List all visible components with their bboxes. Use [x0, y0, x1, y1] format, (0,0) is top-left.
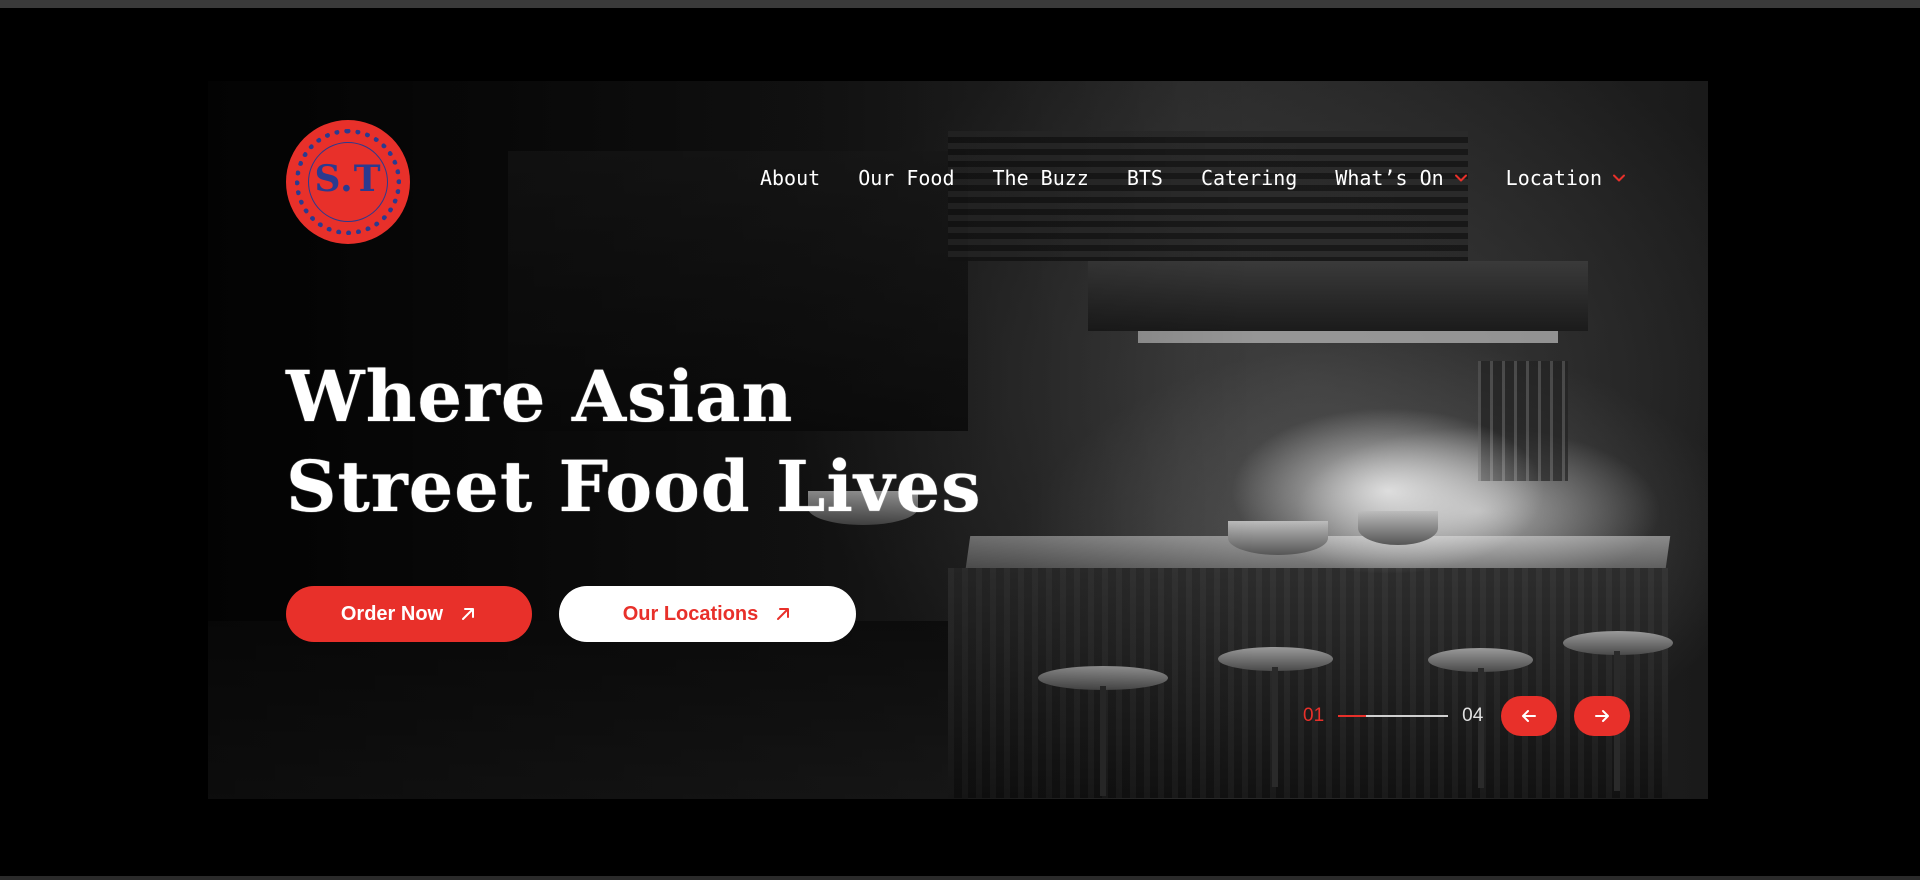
nav-item-about[interactable]: About — [760, 166, 820, 190]
window-bottom-bar — [0, 876, 1920, 880]
our-locations-label: Our Locations — [622, 602, 759, 625]
nav-item-label: Location — [1505, 166, 1602, 190]
chevron-down-icon — [1613, 174, 1625, 182]
nav-item-catering[interactable]: Catering — [1201, 166, 1297, 190]
hero-headline: Where Asian Street Food Lives — [286, 352, 982, 532]
previous-slide-button[interactable] — [1501, 696, 1557, 736]
arrow-left-icon — [1522, 710, 1536, 722]
our-locations-button[interactable]: Our Locations — [559, 586, 856, 642]
nav-item-label: The Buzz — [992, 166, 1089, 190]
nav-item-bts[interactable]: BTS — [1127, 166, 1163, 190]
order-now-button[interactable]: Order Now — [286, 586, 532, 642]
brand-logo[interactable]: S.T — [286, 120, 410, 244]
main-nav: About Our Food The Buzz BTS Catering Wha… — [722, 166, 1626, 190]
total-slide-number: 04 — [1462, 705, 1484, 726]
window-top-bar — [0, 0, 1920, 8]
slide-progress-track — [1338, 715, 1449, 717]
headline-line-2: Street Food Lives — [286, 445, 982, 528]
arrow-right-icon — [1595, 710, 1609, 722]
nav-item-the-buzz[interactable]: The Buzz — [993, 166, 1089, 190]
chevron-down-icon — [1454, 174, 1467, 182]
slide-pager: 01 04 — [1303, 705, 1483, 727]
nav-item-location[interactable]: Location — [1506, 166, 1626, 190]
order-now-label: Order Now — [340, 602, 444, 625]
arrow-up-right-icon — [462, 608, 475, 620]
slide-progress-fill — [1338, 715, 1366, 717]
nav-item-label: BTS — [1126, 166, 1163, 190]
nav-item-label: Catering — [1200, 166, 1298, 190]
arrow-up-right-icon — [777, 608, 790, 620]
nav-item-label: What’s On — [1335, 166, 1444, 190]
nav-item-whats-on[interactable]: What’s On — [1335, 166, 1467, 190]
logo-monogram: S.T — [314, 158, 382, 200]
current-slide-number: 01 — [1303, 705, 1325, 726]
nav-item-our-food[interactable]: Our Food — [858, 166, 954, 190]
next-slide-button[interactable] — [1574, 696, 1630, 736]
nav-item-label: About — [759, 166, 821, 190]
headline-line-1: Where Asian — [286, 355, 794, 438]
nav-item-label: Our Food — [858, 166, 955, 190]
